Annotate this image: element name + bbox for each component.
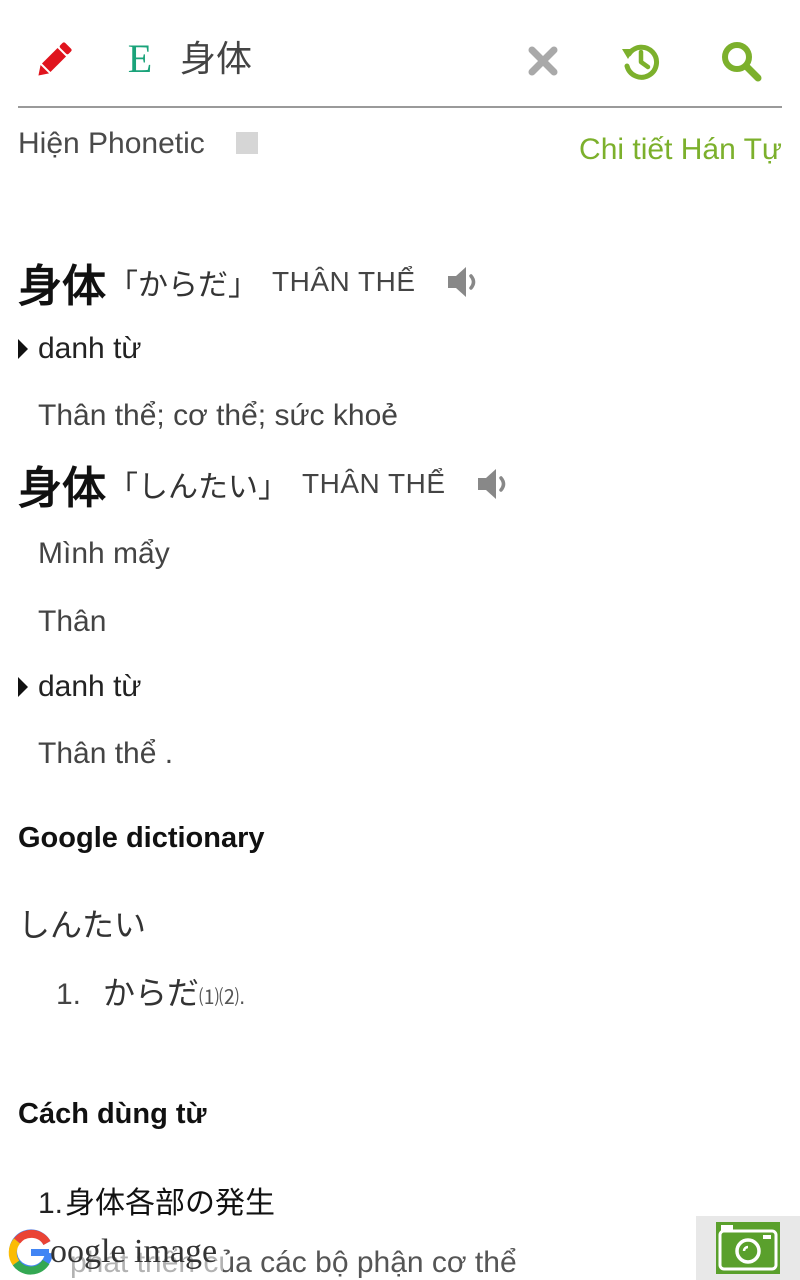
entry-header: 身体 「しんたい」 THÂN THỂ bbox=[18, 452, 514, 516]
entry-word: 身体 bbox=[18, 463, 106, 514]
entry-reading: 「しんたい」 bbox=[108, 470, 288, 505]
kanji-detail-link[interactable]: Chi tiết Hán Tự bbox=[579, 132, 782, 168]
search-query[interactable]: 身体 bbox=[180, 38, 252, 82]
google-image-button[interactable]: oogle image bbox=[8, 1224, 224, 1280]
triangle-bullet-icon bbox=[18, 677, 28, 697]
entry-reading: 「からだ」 bbox=[108, 268, 258, 303]
part-of-speech-label: danh từ bbox=[38, 670, 142, 703]
definition-number: 1. bbox=[56, 978, 82, 1011]
camera-icon bbox=[716, 1222, 780, 1274]
triangle-bullet-icon bbox=[18, 339, 28, 359]
meaning-text: Thân thể . bbox=[38, 737, 174, 770]
usage-example: 1. 身体各部の発生 bbox=[38, 1178, 275, 1222]
usage-title: Cách dùng từ bbox=[18, 1098, 207, 1130]
meaning-text: Thân thể; cơ thể; sức khoẻ bbox=[38, 399, 398, 432]
part-of-speech-label: danh từ bbox=[38, 332, 142, 365]
google-image-label: oogle image bbox=[50, 1233, 218, 1270]
speaker-icon[interactable] bbox=[474, 464, 514, 504]
example-japanese: 身体各部の発生 bbox=[65, 1186, 276, 1221]
google-dictionary-reading: しんたい bbox=[18, 906, 147, 944]
entry-word: 身体 bbox=[18, 261, 106, 312]
search-icon[interactable] bbox=[718, 38, 764, 84]
entry-hanviet: THÂN THỂ bbox=[272, 266, 416, 297]
part-of-speech: danh từ bbox=[18, 670, 142, 704]
entry-hanviet: THÂN THỂ bbox=[302, 468, 446, 499]
meaning-text: Mình mẩy bbox=[38, 537, 170, 570]
google-logo-icon bbox=[8, 1229, 53, 1275]
close-icon[interactable] bbox=[522, 40, 564, 82]
phonetic-toggle-label: Hiện Phonetic bbox=[18, 127, 205, 160]
search-bar: E 身体 bbox=[18, 20, 782, 108]
definition-refs: ⑴⑵. bbox=[199, 985, 246, 1009]
entry-header: 身体 「からだ」 THÂN THỂ bbox=[18, 250, 484, 314]
language-badge[interactable]: E bbox=[122, 36, 158, 81]
part-of-speech: danh từ bbox=[18, 332, 142, 366]
example-number: 1. bbox=[38, 1187, 64, 1220]
history-icon[interactable] bbox=[618, 38, 664, 84]
pencil-icon[interactable] bbox=[34, 38, 74, 82]
definition-text: からだ bbox=[103, 974, 200, 1012]
phonetic-checkbox[interactable] bbox=[236, 132, 258, 154]
speaker-icon[interactable] bbox=[444, 262, 484, 302]
camera-button[interactable] bbox=[696, 1216, 800, 1280]
google-dictionary-definition: 1. からだ ⑴⑵. bbox=[56, 968, 245, 1014]
meaning-text: Thân bbox=[38, 605, 107, 638]
google-dictionary-title: Google dictionary bbox=[18, 822, 265, 854]
